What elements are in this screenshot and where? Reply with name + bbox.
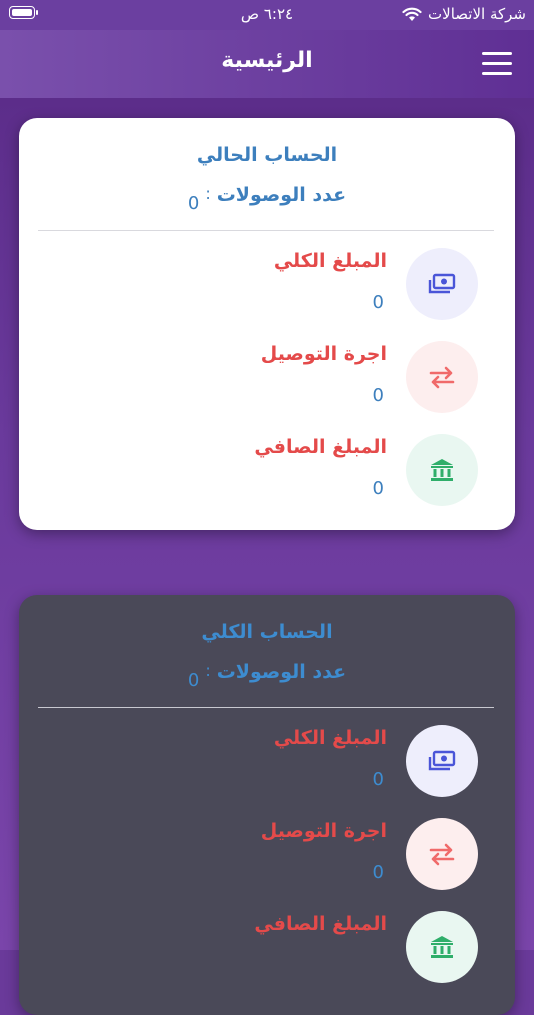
money-icon[interactable] [406,725,478,797]
page-title: الرئيسية [221,48,313,73]
row-label: اجرة التوصيل [260,343,387,365]
row-label: المبلغ الكلي [273,250,387,272]
main-content[interactable]: الحساب الحالي عدد الوصولات:0 المبلغ الكل… [0,98,534,1015]
row-value: 0 [372,385,384,406]
card-title: الحساب الحالي [196,144,338,166]
net-amount-row: المبلغ الصافي [19,911,515,991]
receipts-count-row: عدد الوصولات:0 [19,184,515,214]
money-icon[interactable] [406,248,478,320]
total-amount-row: المبلغ الكلي 0 [19,725,515,805]
menu-button[interactable] [482,52,512,76]
row-value: 0 [372,478,384,499]
row-value: 0 [372,769,384,790]
wifi-icon [402,7,422,21]
menu-icon [482,52,512,55]
menu-icon-line [482,62,512,65]
menu-icon-line [482,72,512,75]
receipts-count-separator: : [205,661,211,680]
receipts-count-label: عدد الوصولات [216,661,347,683]
total-account-card: الحساب الكلي عدد الوصولات:0 المبلغ الكلي… [19,595,515,1015]
card-title: الحساب الكلي [201,621,333,643]
row-label: اجرة التوصيل [260,820,387,842]
receipts-count-row: عدد الوصولات:0 [19,661,515,691]
delivery-fee-row: اجرة التوصيل 0 [19,818,515,898]
row-value: 0 [372,862,384,883]
divider [38,230,494,231]
bank-icon[interactable] [406,434,478,506]
receipts-count-value: 0 [187,193,200,214]
delivery-fee-row: اجرة التوصيل 0 [19,341,515,421]
bank-icon[interactable] [406,911,478,983]
carrier-name: شركة الاتصالات [428,5,526,23]
divider [38,707,494,708]
app-header: الرئيسية [0,30,534,98]
total-amount-row: المبلغ الكلي 0 [19,248,515,328]
status-bar: ٦:٢٤ ص شركة الاتصالات [0,0,534,30]
net-amount-row: المبلغ الصافي 0 [19,434,515,514]
current-account-card: الحساب الحالي عدد الوصولات:0 المبلغ الكل… [19,118,515,530]
row-value: 0 [372,292,384,313]
row-label: المبلغ الكلي [273,727,387,749]
row-label: المبلغ الصافي [254,436,387,458]
transfer-icon[interactable] [406,341,478,413]
receipts-count-value: 0 [187,670,200,691]
receipts-count-label: عدد الوصولات [216,184,347,206]
status-carrier: شركة الاتصالات [402,5,526,23]
receipts-count-separator: : [205,184,211,203]
row-label: المبلغ الصافي [254,913,387,935]
transfer-icon[interactable] [406,818,478,890]
